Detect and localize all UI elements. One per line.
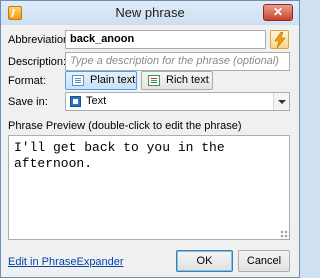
window-title: New phrase: [115, 5, 185, 20]
description-label: Description:: [8, 56, 67, 68]
rich-text-label: Rich text: [166, 74, 209, 86]
close-button[interactable]: ✕: [263, 4, 293, 21]
ok-button[interactable]: OK: [176, 250, 233, 272]
format-label: Format:: [8, 75, 46, 87]
description-input[interactable]: Type a description for the phrase (optio…: [65, 52, 290, 71]
rich-text-icon: [148, 75, 160, 86]
new-phrase-dialog: New phrase ✕ Abbreviation: back_anoon De…: [0, 0, 300, 278]
plain-text-button[interactable]: Plain text: [65, 71, 137, 90]
chevron-down-icon[interactable]: [273, 93, 289, 110]
save-in-select[interactable]: Text: [65, 92, 290, 111]
rich-text-button[interactable]: Rich text: [141, 71, 213, 90]
save-in-value: Text: [86, 95, 107, 107]
expand-button[interactable]: [270, 30, 289, 49]
abbreviation-label: Abbreviation:: [8, 34, 73, 46]
lightning-icon: [274, 32, 286, 48]
plain-text-label: Plain text: [90, 74, 136, 86]
edit-in-phraseexpander-link[interactable]: Edit in PhraseExpander: [8, 256, 124, 268]
plain-text-icon: [72, 75, 84, 86]
save-in-label: Save in:: [8, 96, 48, 108]
preview-label: Phrase Preview (double-click to edit the…: [8, 120, 242, 132]
resize-grip-icon[interactable]: [280, 230, 290, 240]
phrase-preview[interactable]: I'll get back to you in the afternoon.: [8, 135, 290, 240]
cancel-button[interactable]: Cancel: [238, 250, 290, 272]
title-bar[interactable]: New phrase ✕: [1, 1, 299, 25]
folder-icon: [70, 96, 81, 107]
abbreviation-input[interactable]: back_anoon: [65, 30, 266, 49]
dialog-body: Abbreviation: back_anoon Description: Ty…: [8, 26, 292, 272]
